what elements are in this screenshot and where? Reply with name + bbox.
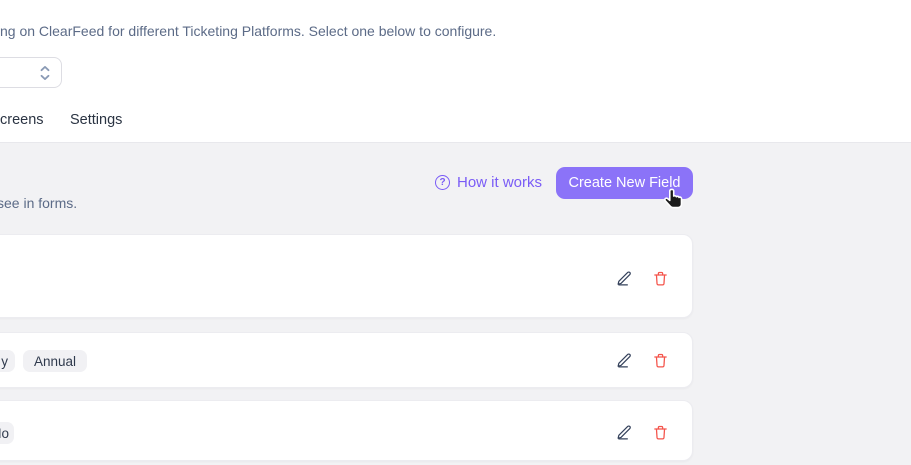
clearfeed-fields-page: ng on ClearFeed for different Ticketing … [0,0,911,465]
trash-icon [653,425,667,440]
pencil-line-icon [617,424,631,439]
option-badge: No [0,422,14,444]
edit-field-button[interactable] [615,351,633,369]
delete-field-button[interactable] [651,269,669,287]
trash-icon [653,353,667,368]
delete-field-button[interactable] [651,423,669,441]
chevron-up-down-icon [40,65,50,80]
edit-field-button[interactable] [615,423,633,441]
platform-select[interactable] [0,57,62,88]
question-circle-icon: ? [435,175,450,190]
pencil-line-icon [617,352,631,367]
page-subtitle-fragment: see in forms. [0,195,78,211]
delete-field-button[interactable] [651,351,669,369]
field-row: y Annual [0,332,693,388]
how-it-works-label: How it works [457,174,543,191]
option-badge: Annual [23,350,88,372]
pencil-line-icon [617,270,631,285]
tab-screens[interactable]: creens [0,112,44,128]
option-badge: y [0,350,15,372]
edit-field-button[interactable] [615,269,633,287]
field-row [0,234,693,318]
tab-settings[interactable]: Settings [70,112,122,128]
intro-text: ng on ClearFeed for different Ticketing … [0,23,497,39]
field-row: No [0,400,693,461]
create-new-field-button[interactable]: Create New Field [556,167,693,199]
trash-icon [653,271,667,286]
how-it-works-link[interactable]: ? How it works [435,174,542,191]
